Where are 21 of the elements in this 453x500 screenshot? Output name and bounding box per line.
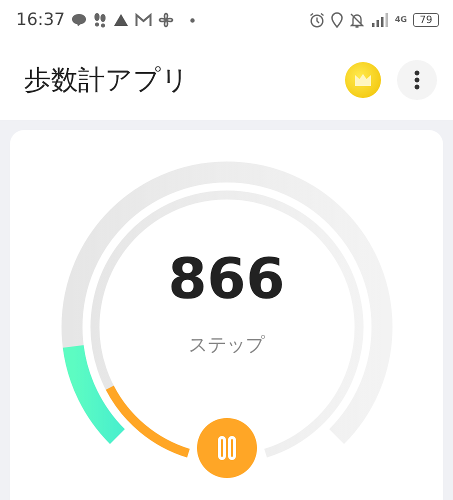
triangle-icon [113, 13, 129, 27]
app-title: 歩数計アプリ [24, 64, 190, 98]
dot-icon [190, 18, 195, 22]
more-menu-button[interactable] [397, 60, 437, 100]
signal-icon [370, 12, 389, 28]
step-count: 866 [168, 248, 285, 312]
status-time: 16:37 [16, 10, 65, 30]
mail-icon [135, 13, 152, 27]
battery-level: 79 [413, 13, 439, 27]
pause-icon [218, 436, 236, 460]
bell-off-icon [348, 12, 365, 28]
network-type: 4G [394, 16, 407, 24]
alarm-icon [308, 12, 325, 28]
premium-button[interactable] [345, 62, 381, 98]
footprints-icon [93, 12, 107, 28]
pinwheel-icon [158, 12, 174, 28]
step-unit: ステップ [188, 333, 264, 358]
more-vertical-icon [414, 70, 420, 90]
location-icon [330, 12, 343, 28]
crown-icon [354, 73, 372, 87]
chat-bubble-icon [71, 13, 87, 27]
